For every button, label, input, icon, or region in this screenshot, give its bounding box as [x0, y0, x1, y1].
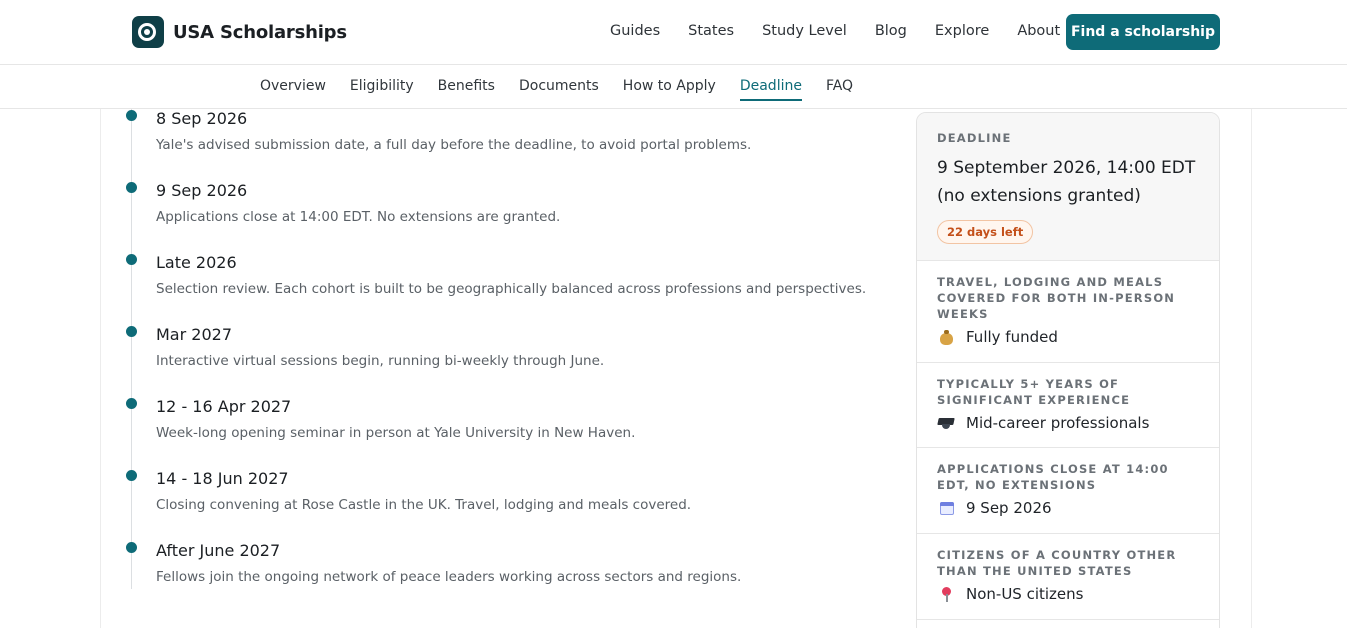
- fact-value: Mid-career professionals: [966, 414, 1150, 432]
- timeline-description: Interactive virtual sessions begin, runn…: [156, 353, 605, 369]
- section-tabs-bar: Overview Eligibility Benefits Documents …: [0, 65, 1347, 109]
- timeline-date: Late 2026: [156, 253, 237, 272]
- timeline-dot-icon: [126, 110, 137, 121]
- fact-label: TRAVEL, LODGING AND MEALS COVERED FOR BO…: [937, 275, 1176, 321]
- fact-value-row: 9 Sep 2026: [937, 499, 1199, 517]
- site-header: USA Scholarships Guides States Study Lev…: [0, 0, 1347, 65]
- timeline-line: [131, 109, 132, 589]
- brand-name: USA Scholarships: [173, 21, 347, 43]
- tab-benefits[interactable]: Benefits: [438, 78, 495, 101]
- fact-value-row: Non-US citizens: [937, 585, 1199, 603]
- timeline-description: Yale's advised submission date, a full d…: [156, 137, 752, 153]
- fact-row-citizenship: CITIZENS OF A COUNTRY OTHER THAN THE UNI…: [917, 534, 1219, 620]
- timeline-dot-icon: [126, 254, 137, 265]
- fact-row-funding: TRAVEL, LODGING AND MEALS COVERED FOR BO…: [917, 261, 1219, 363]
- fact-label: APPLICATIONS CLOSE AT 14:00 EDT, NO EXTE…: [937, 462, 1169, 492]
- tab-overview[interactable]: Overview: [260, 78, 326, 101]
- fact-row-close-date: APPLICATIONS CLOSE AT 14:00 EDT, NO EXTE…: [917, 448, 1219, 534]
- timeline-date: Mar 2027: [156, 325, 232, 344]
- timeline-date: 9 Sep 2026: [156, 181, 248, 200]
- tab-deadline[interactable]: Deadline: [739, 78, 802, 101]
- main-nav: Guides States Study Level Blog Explore A…: [610, 23, 1060, 39]
- timeline-description: Applications close at 14:00 EDT. No exte…: [156, 209, 561, 225]
- find-scholarship-button[interactable]: Find a scholarship: [1066, 14, 1220, 50]
- timeline-description: Fellows join the ongoing network of peac…: [156, 569, 742, 585]
- brand-logo-icon: [132, 16, 164, 48]
- deadline-card-header: DEADLINE 9 September 2026, 14:00 EDT (no…: [917, 113, 1219, 261]
- fact-value: Non-US citizens: [966, 585, 1084, 603]
- fact-value-row: Mid-career professionals: [937, 414, 1199, 432]
- deadline-summary-card: DEADLINE 9 September 2026, 14:00 EDT (no…: [916, 112, 1220, 628]
- fact-label: TYPICALLY 5+ YEARS OF SIGNIFICANT EXPERI…: [937, 377, 1131, 407]
- section-tabs: Overview Eligibility Benefits Documents …: [260, 78, 877, 101]
- deadline-label: DEADLINE: [937, 131, 1012, 145]
- nav-explore[interactable]: Explore: [935, 23, 989, 39]
- graduation-cap-icon: [937, 414, 957, 432]
- timeline-description: Selection review. Each cohort is built t…: [156, 281, 867, 297]
- tab-faq[interactable]: FAQ: [826, 78, 853, 101]
- brand-home-link[interactable]: USA Scholarships: [132, 16, 347, 48]
- timeline-dot-icon: [126, 542, 137, 553]
- timeline-date: 12 - 16 Apr 2027: [156, 397, 292, 416]
- fact-value-row: Fully funded: [937, 328, 1199, 346]
- timeline-description: Closing convening at Rose Castle in the …: [156, 497, 692, 513]
- nav-about[interactable]: About: [1017, 23, 1060, 39]
- timeline-dot-icon: [126, 398, 137, 409]
- tab-how-to-apply[interactable]: How to Apply: [623, 78, 716, 101]
- fact-label: CITIZENS OF A COUNTRY OTHER THAN THE UNI…: [937, 548, 1177, 578]
- nav-study-level[interactable]: Study Level: [762, 23, 847, 39]
- nav-guides[interactable]: Guides: [610, 23, 660, 39]
- deadline-value: 9 September 2026, 14:00 EDT (no extensio…: [937, 158, 1196, 206]
- days-left-badge: 22 days left: [937, 220, 1034, 244]
- fact-value: 9 Sep 2026: [966, 499, 1052, 517]
- timeline-date: 8 Sep 2026: [156, 109, 248, 128]
- timeline-date: After June 2027: [156, 541, 281, 560]
- tab-documents[interactable]: Documents: [519, 78, 599, 101]
- fact-row-experience: TYPICALLY 5+ YEARS OF SIGNIFICANT EXPERI…: [917, 363, 1219, 448]
- location-pin-icon: [937, 585, 957, 603]
- timeline-dot-icon: [126, 470, 137, 481]
- timeline-date: 14 - 18 Jun 2027: [156, 469, 289, 488]
- tab-eligibility[interactable]: Eligibility: [350, 78, 414, 101]
- timeline-dot-icon: [126, 182, 137, 193]
- calendar-icon: [937, 499, 957, 517]
- nav-states[interactable]: States: [688, 23, 734, 39]
- timeline-dot-icon: [126, 326, 137, 337]
- timeline-description: Week-long opening seminar in person at Y…: [156, 425, 636, 441]
- money-bag-icon: [937, 328, 957, 346]
- nav-blog[interactable]: Blog: [875, 23, 907, 39]
- fact-value: Fully funded: [966, 328, 1058, 346]
